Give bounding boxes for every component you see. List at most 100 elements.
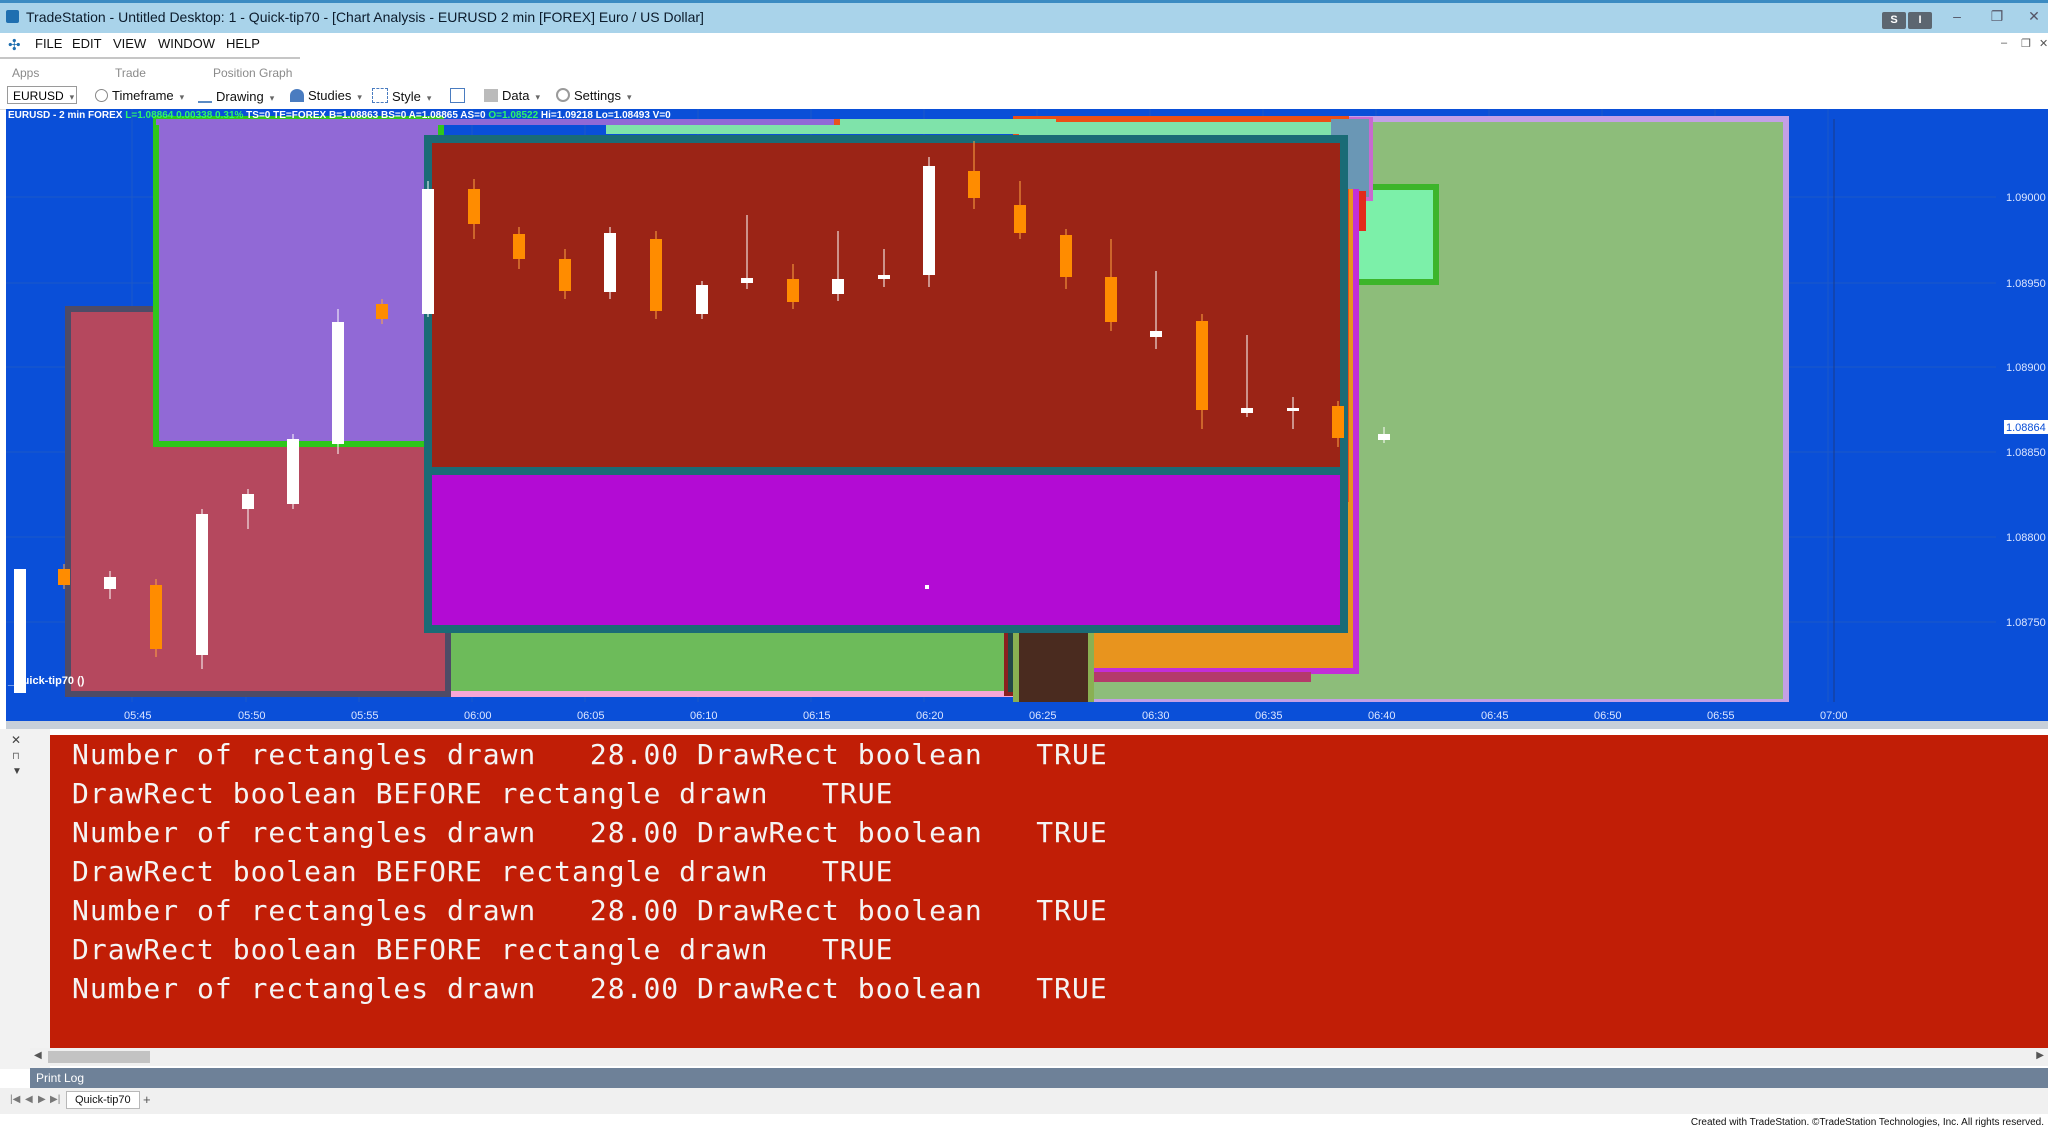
log-line: Number of rectangles drawn 28.00 DrawRec… (72, 894, 1108, 927)
mdi-restore-icon[interactable]: ❐ (2021, 37, 2031, 50)
chart-scrollbar[interactable] (6, 721, 2048, 729)
log-line: Number of rectangles drawn 28.00 DrawRec… (72, 816, 1108, 849)
candle-body (1105, 277, 1117, 322)
drawing-button[interactable]: Drawing ▾ (198, 88, 274, 104)
ribbon-tabs: Apps Trade Position Graph (0, 57, 2048, 87)
price-tick-label: 1.08850 (2006, 447, 2046, 459)
drawing-label: Drawing (216, 89, 264, 104)
style-button[interactable]: Style ▾ (372, 88, 431, 104)
print-log-tab[interactable]: Print Log (36, 1071, 84, 1085)
app-icon (6, 10, 19, 23)
chart-area[interactable]: 1.09000 1.08950 1.08900 1.08864 1.08850 1.088… (6, 109, 2048, 721)
data-label: Data (502, 88, 530, 103)
timeframe-button[interactable]: Timeframe ▾ (95, 88, 184, 103)
mdi-minimize-icon[interactable]: – (2001, 37, 2007, 49)
chart-status-line: EURUSD - 2 min FOREX L=1.08864 0.00338 0… (8, 110, 671, 122)
candle-body (832, 279, 844, 294)
close-icon[interactable]: ✕ (2022, 8, 2046, 25)
status-last: L=1.08864 0.00338 0.31% (125, 110, 244, 121)
tab-position-graph[interactable]: Position Graph (213, 66, 292, 80)
sync-badge[interactable]: S (1882, 12, 1906, 29)
candle-body (1014, 205, 1026, 233)
layout-icon[interactable] (450, 88, 465, 103)
status-symbol: EURUSD - 2 min FOREX (8, 110, 126, 121)
chevron-down-icon[interactable]: ▼ (12, 766, 22, 777)
time-axis[interactable]: 05:45 05:50 05:55 06:00 06:05 06:10 06:15 06:20… (6, 702, 2048, 722)
drawn-rectangle (834, 119, 840, 125)
candle-body (58, 569, 70, 585)
candle-body (104, 577, 116, 589)
log-line: Number of rectangles drawn 28.00 DrawRec… (72, 972, 1108, 1005)
pin-icon[interactable]: ⊓ (12, 751, 20, 762)
symbol-box[interactable]: EURUSD ▾ (7, 86, 77, 104)
menu-file[interactable]: FILE (35, 36, 62, 51)
drawn-rectangle (432, 475, 1340, 625)
timeframe-label: Timeframe (112, 88, 174, 103)
candle-body (1332, 406, 1344, 438)
candle-body (878, 275, 890, 279)
candle-body (332, 322, 344, 444)
candle-body (376, 304, 388, 319)
copyright-text: Created with TradeStation. ©TradeStation… (1690, 1117, 2044, 1128)
data-button[interactable]: Data ▾ (484, 88, 540, 103)
pencil-icon (198, 88, 212, 103)
minimize-icon[interactable]: – (1945, 8, 1969, 24)
next-tab-icon[interactable]: ▶ (38, 1094, 46, 1105)
data-icon (484, 89, 498, 102)
candle-body (787, 279, 799, 302)
price-tick-label: 1.08800 (2006, 532, 2046, 544)
settings-button[interactable]: Settings ▾ (556, 88, 632, 103)
log-line: DrawRect boolean BEFORE rectangle drawn … (72, 933, 894, 966)
candle-body (422, 189, 434, 314)
menu-window[interactable]: WINDOW (158, 36, 215, 51)
workspace-tab[interactable]: Quick-tip70 (66, 1091, 140, 1109)
log-line: Number of rectangles drawn 28.00 DrawRec… (72, 738, 1108, 771)
last-tab-icon[interactable]: ▶| (50, 1094, 60, 1105)
candle-body (287, 439, 299, 504)
candle-body (604, 233, 616, 292)
tab-trade[interactable]: Trade (115, 66, 146, 80)
candle-body (513, 234, 525, 259)
study-label[interactable]: _Quick-tip70 () (8, 675, 84, 687)
scroll-left-icon[interactable]: ◀ (34, 1050, 42, 1061)
candle-body (923, 166, 935, 275)
candle-body (968, 171, 980, 198)
tab-apps[interactable]: Apps (12, 66, 39, 80)
title-bar: TradeStation - Untitled Desktop: 1 - Qui… (0, 0, 2048, 33)
candle-body (1150, 331, 1162, 337)
chart-canvas: 1.09000 1.08950 1.08900 1.08864 1.08850 1.088… (6, 109, 2048, 721)
window-title: TradeStation - Untitled Desktop: 1 - Qui… (26, 9, 704, 25)
add-tab-button[interactable]: + (143, 1092, 151, 1107)
candle-body (741, 278, 753, 283)
info-badge[interactable]: I (1908, 12, 1932, 29)
candle-body (559, 259, 571, 291)
close-icon[interactable]: ✕ (11, 733, 21, 747)
print-log-tab-bar (30, 1068, 2048, 1088)
candle-body (1287, 408, 1299, 411)
candle-body (1196, 321, 1208, 410)
drawn-marker (925, 585, 929, 589)
prev-tab-icon[interactable]: ◀ (25, 1094, 33, 1105)
gear-icon (556, 88, 570, 102)
candle-body (196, 514, 208, 655)
tradestation-logo-icon[interactable]: ✣ (8, 36, 21, 54)
status-quote: TS=0 TE=FOREX B=1.08863 BS=0 A=1.08865 A… (243, 110, 489, 121)
current-price-label: 1.08864 (2006, 422, 2046, 434)
print-log-output[interactable]: Number of rectangles drawn 28.00 DrawRec… (50, 735, 2048, 1048)
workspace-tab-bar: |◀ ◀ ▶ ▶| + (0, 1088, 2048, 1114)
log-horizontal-scrollbar[interactable]: ◀ ▶ (30, 1048, 2048, 1066)
studies-button[interactable]: Studies ▾ (290, 88, 362, 103)
menu-help[interactable]: HELP (226, 36, 260, 51)
log-line: DrawRect boolean BEFORE rectangle drawn … (72, 855, 894, 888)
scroll-right-icon[interactable]: ▶ (2036, 1050, 2044, 1061)
style-icon (372, 88, 388, 103)
menu-view[interactable]: VIEW (113, 36, 146, 51)
mdi-close-icon[interactable]: ✕ (2039, 37, 2048, 50)
menu-edit[interactable]: EDIT (72, 36, 102, 51)
candle-body (650, 239, 662, 311)
restore-icon[interactable]: ❐ (1985, 8, 2009, 25)
first-tab-icon[interactable]: |◀ (10, 1094, 20, 1105)
log-scroll-thumb[interactable] (48, 1051, 150, 1063)
status-open: O=1.08522 (488, 110, 539, 121)
candle-body (468, 189, 480, 224)
